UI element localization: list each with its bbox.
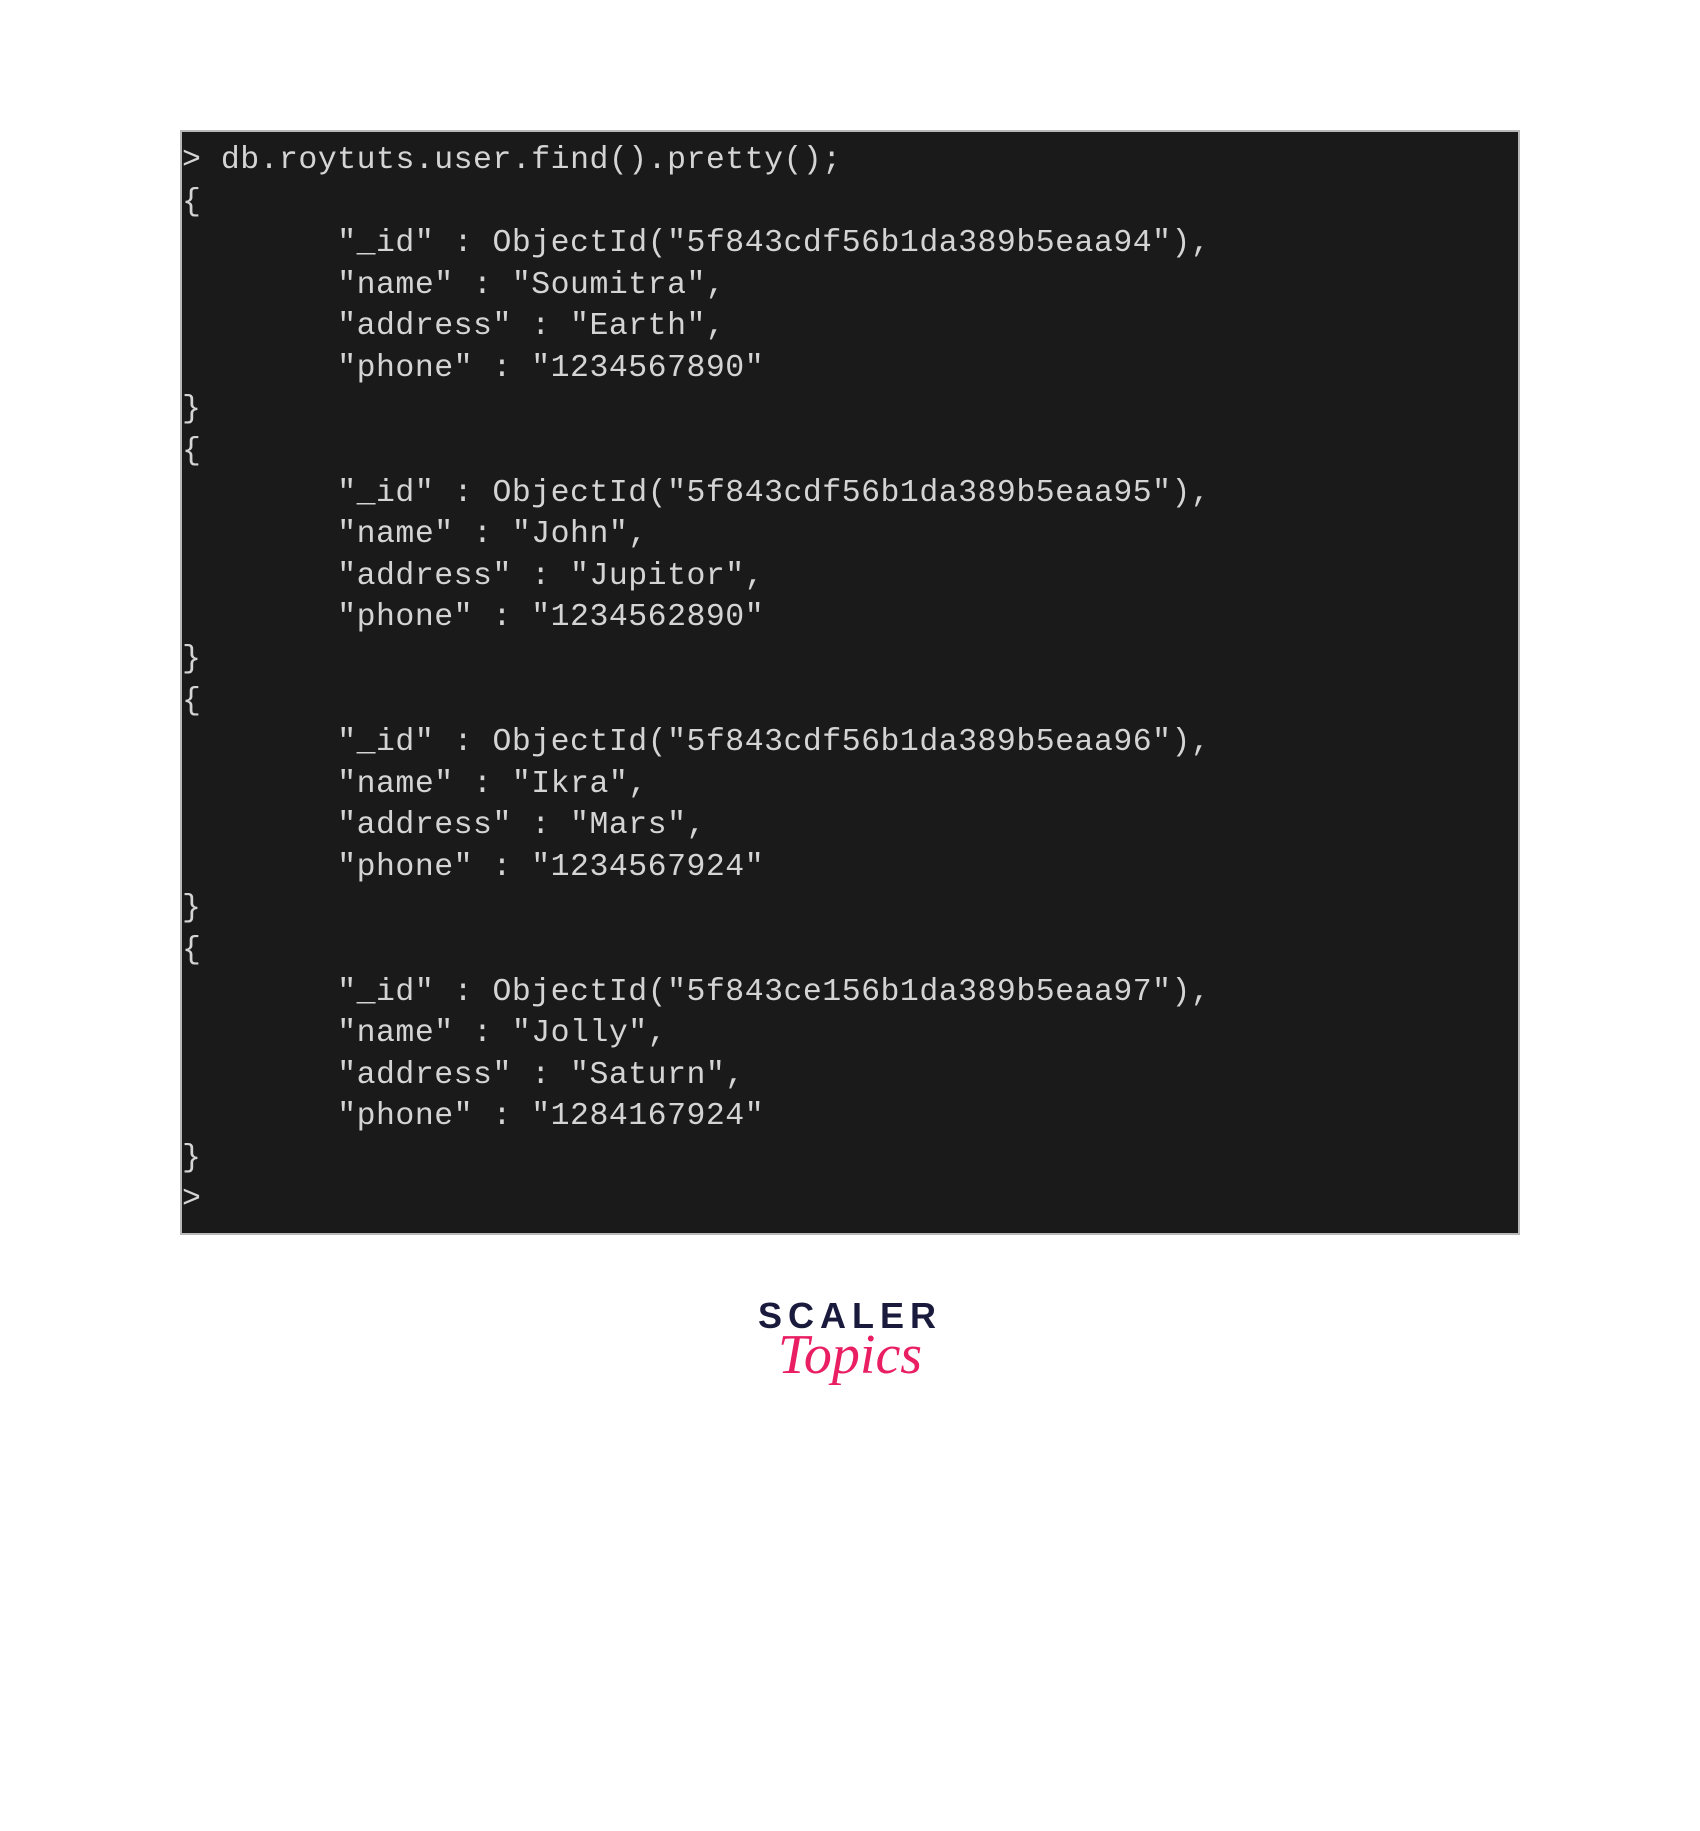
record-name: "name" : "John",	[182, 517, 648, 552]
brace-close: }	[182, 1141, 201, 1176]
record-phone: "phone" : "1234567890"	[182, 351, 764, 386]
record-name: "name" : "Soumitra",	[182, 268, 725, 303]
brace-open: {	[182, 684, 201, 719]
record-id: "_id" : ObjectId("5f843cdf56b1da389b5eaa…	[182, 226, 1210, 261]
record-address: "address" : "Jupitor",	[182, 559, 764, 594]
brace-open: {	[182, 434, 201, 469]
record-id: "_id" : ObjectId("5f843ce156b1da389b5eaa…	[182, 975, 1210, 1010]
record-phone: "phone" : "1234567924"	[182, 850, 764, 885]
brand-logo: SCALER Topics	[180, 1295, 1520, 1387]
record-id: "_id" : ObjectId("5f843cdf56b1da389b5eaa…	[182, 476, 1210, 511]
terminal-window: > db.roytuts.user.find().pretty(); { "_i…	[180, 130, 1520, 1235]
record-name: "name" : "Ikra",	[182, 767, 648, 802]
brace-close: }	[182, 392, 201, 427]
record-id: "_id" : ObjectId("5f843cdf56b1da389b5eaa…	[182, 725, 1210, 760]
record-phone: "phone" : "1284167924"	[182, 1099, 764, 1134]
brace-close: }	[182, 891, 201, 926]
record-phone: "phone" : "1234562890"	[182, 600, 764, 635]
brace-close: }	[182, 642, 201, 677]
record-address: "address" : "Mars",	[182, 808, 706, 843]
logo-line-2: Topics	[180, 1323, 1520, 1387]
record-address: "address" : "Earth",	[182, 309, 725, 344]
end-prompt: >	[182, 1182, 201, 1217]
record-name: "name" : "Jolly",	[182, 1016, 667, 1051]
record-address: "address" : "Saturn",	[182, 1058, 745, 1093]
terminal-output: > db.roytuts.user.find().pretty(); { "_i…	[182, 140, 1506, 1221]
brace-open: {	[182, 933, 201, 968]
prompt-line: > db.roytuts.user.find().pretty();	[182, 143, 842, 178]
brace-open: {	[182, 185, 201, 220]
